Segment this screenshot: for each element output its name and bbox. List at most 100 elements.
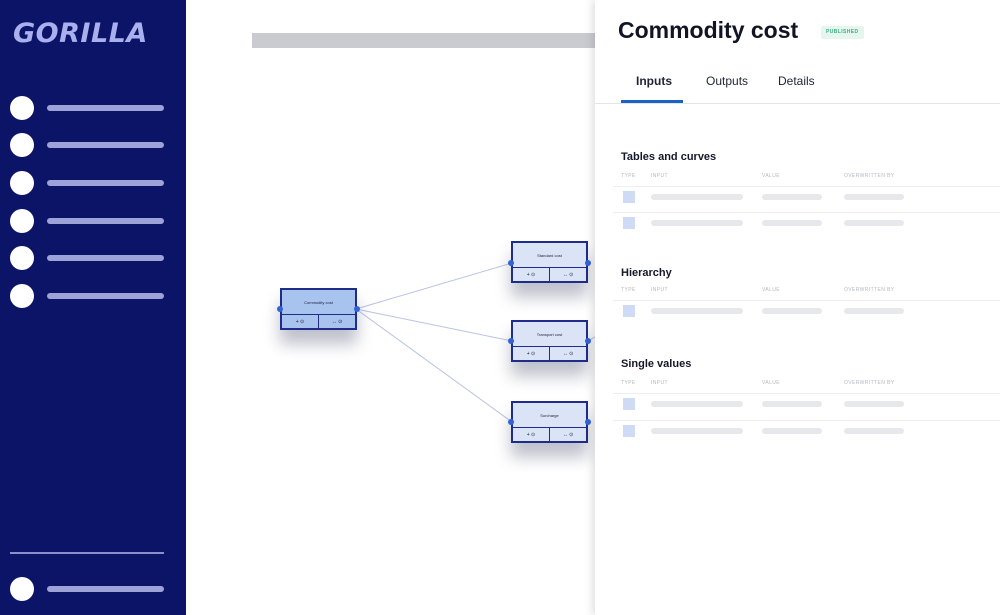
table-row[interactable] (595, 300, 1000, 320)
table-row[interactable] (595, 186, 1000, 206)
sidebar-item-6[interactable] (10, 284, 170, 308)
overwritten-by-placeholder (844, 220, 904, 226)
node-input-port[interactable] (277, 306, 283, 312)
column-header-type: TYPE (621, 173, 636, 179)
type-icon (623, 425, 635, 437)
node-add-button[interactable]: + ⊙ (513, 428, 549, 441)
sidebar-item-4[interactable] (10, 209, 170, 233)
value-placeholder (762, 220, 822, 226)
column-header-value: VALUE (762, 287, 781, 293)
input-placeholder (651, 428, 743, 434)
tabs-divider (595, 103, 1000, 104)
edge-commodity-transport (355, 308, 513, 342)
node-footer: + ⊙ ↔ ⊙ (513, 427, 586, 441)
row-divider (613, 186, 1000, 187)
circle-icon (10, 96, 34, 120)
tab-outputs[interactable]: Outputs (706, 74, 748, 88)
node-add-button[interactable]: + ⊙ (513, 347, 549, 360)
type-icon (623, 398, 635, 410)
node-input-port[interactable] (508, 260, 514, 266)
sidebar-footer-item[interactable] (10, 577, 170, 601)
node-add-button[interactable]: + ⊙ (513, 268, 549, 281)
column-header-overwritten-by: OVERWRITTEN BY (844, 287, 895, 293)
node-footer: + ⊙ ↔ ⊙ (513, 346, 586, 360)
gorilla-logo[interactable]: GORILLA (13, 18, 148, 49)
node-link-button[interactable]: ↔ ⊙ (549, 347, 586, 360)
column-header-overwritten-by: OVERWRITTEN BY (844, 173, 895, 179)
node-title: Surcharge (540, 413, 559, 418)
sidebar: GORILLA (0, 0, 186, 615)
sidebar-item-2[interactable] (10, 133, 170, 157)
type-icon (623, 305, 635, 317)
column-header-type: TYPE (621, 287, 636, 293)
sidebar-item-5[interactable] (10, 246, 170, 270)
graph-node-standard-cost[interactable]: Standard cost + ⊙ ↔ ⊙ (511, 241, 588, 283)
node-output-port[interactable] (585, 419, 591, 425)
node-output-port[interactable] (585, 338, 591, 344)
node-output-port[interactable] (354, 306, 360, 312)
input-placeholder (651, 194, 743, 200)
tab-details[interactable]: Details (778, 74, 815, 88)
sidebar-divider (10, 552, 164, 554)
node-title: Standard cost (537, 253, 562, 258)
section-title-single-values: Single values (621, 358, 692, 370)
graph-node-surcharge[interactable]: Surcharge + ⊙ ↔ ⊙ (511, 401, 588, 443)
circle-icon (10, 209, 34, 233)
column-header-type: TYPE (621, 380, 636, 386)
node-link-button[interactable]: ↔ ⊙ (549, 268, 586, 281)
node-output-port[interactable] (585, 260, 591, 266)
type-icon (623, 217, 635, 229)
circle-icon (10, 246, 34, 270)
row-divider (613, 420, 1000, 421)
graph-node-transport-cost[interactable]: Transport cost + ⊙ ↔ ⊙ (511, 320, 588, 362)
overwritten-by-placeholder (844, 401, 904, 407)
graph-canvas[interactable]: Commodity cost + ⊙ ↔ ⊙ Standard cost + ⊙… (186, 0, 598, 615)
column-header-overwritten-by: OVERWRITTEN BY (844, 380, 895, 386)
sidebar-item-label-placeholder (47, 105, 164, 111)
sidebar-item-1[interactable] (10, 96, 170, 120)
node-input-port[interactable] (508, 419, 514, 425)
node-input-port[interactable] (508, 338, 514, 344)
overwritten-by-placeholder (844, 308, 904, 314)
node-link-button[interactable]: ↔ ⊙ (318, 315, 355, 328)
sidebar-item-label-placeholder (47, 142, 164, 148)
sidebar-item-label-placeholder (47, 180, 164, 186)
column-header-value: VALUE (762, 380, 781, 386)
value-placeholder (762, 194, 822, 200)
node-add-button[interactable]: + ⊙ (282, 315, 318, 328)
node-footer: + ⊙ ↔ ⊙ (513, 267, 586, 281)
value-placeholder (762, 401, 822, 407)
circle-icon (10, 284, 34, 308)
node-detail-panel: Commodity cost PUBLISHED Inputs Outputs … (595, 0, 1000, 615)
table-row[interactable] (595, 212, 1000, 232)
panel-title: Commodity cost (618, 17, 799, 43)
sidebar-item-3[interactable] (10, 171, 170, 195)
value-placeholder (762, 428, 822, 434)
type-icon (623, 191, 635, 203)
node-title: Transport cost (536, 332, 563, 337)
overwritten-by-placeholder (844, 194, 904, 200)
graph-edges (355, 262, 598, 423)
node-link-button[interactable]: ↔ ⊙ (549, 428, 586, 441)
table-row[interactable] (595, 393, 1000, 413)
input-placeholder (651, 401, 743, 407)
circle-icon (10, 577, 34, 601)
input-placeholder (651, 220, 743, 226)
tab-inputs[interactable]: Inputs (636, 74, 672, 88)
column-header-input: INPUT (651, 173, 668, 179)
sidebar-item-label-placeholder (47, 293, 164, 299)
input-placeholder (651, 308, 743, 314)
graph-node-commodity-cost[interactable]: Commodity cost + ⊙ ↔ ⊙ (280, 288, 357, 330)
table-row[interactable] (595, 420, 1000, 440)
sidebar-item-label-placeholder (47, 255, 164, 261)
value-placeholder (762, 308, 822, 314)
edge-commodity-standard (355, 262, 513, 310)
row-divider (613, 300, 1000, 301)
circle-icon (10, 171, 34, 195)
sidebar-item-label-placeholder (47, 586, 164, 592)
edge-commodity-surcharge (355, 308, 513, 423)
column-header-value: VALUE (762, 173, 781, 179)
status-badge: PUBLISHED (821, 26, 864, 39)
circle-icon (10, 133, 34, 157)
column-header-input: INPUT (651, 287, 668, 293)
